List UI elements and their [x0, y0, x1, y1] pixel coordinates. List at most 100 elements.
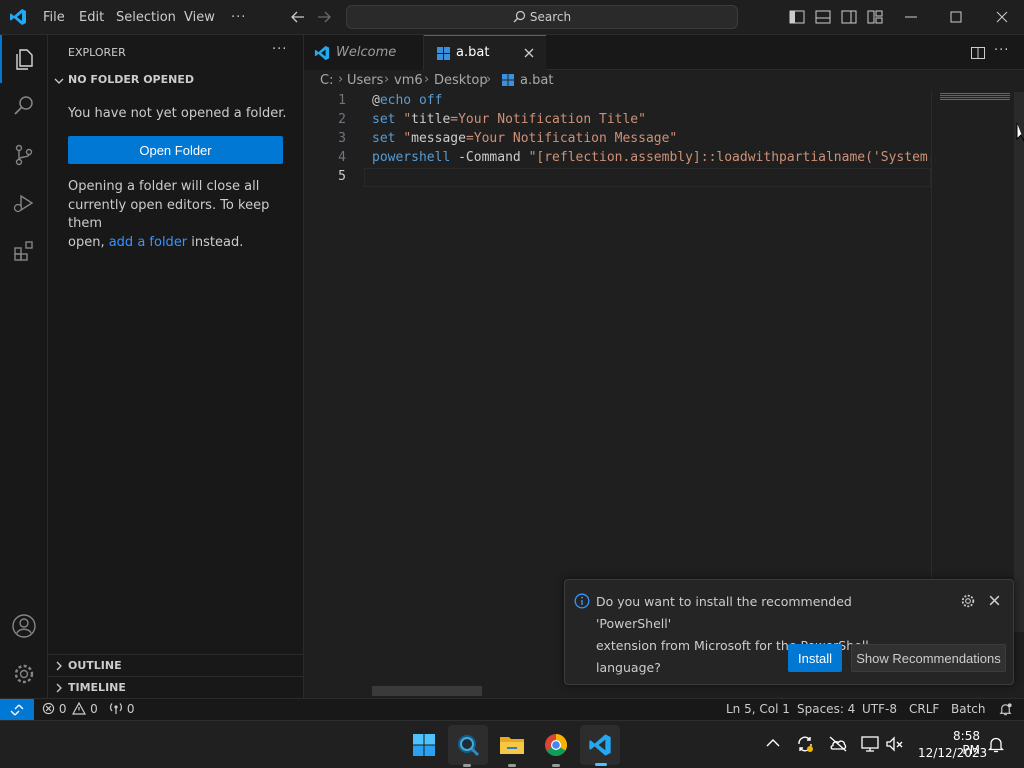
ports-count: 0 [126, 702, 135, 716]
source-control-icon [15, 144, 33, 166]
tab-welcome[interactable]: Welcome [304, 35, 424, 70]
breadcrumb-users[interactable]: Users [347, 73, 383, 88]
tab-label: Welcome [336, 45, 397, 60]
editor-tabs: Welcome a.bat ··· [304, 35, 1024, 71]
status-bar: 0 0 0 Ln 5, Col 1 Spaces: 4 UTF-8 CRLF B… [0, 698, 1024, 720]
speaker-muted-icon[interactable] [885, 735, 905, 753]
taskbar-vscode[interactable] [580, 725, 620, 765]
activity-manage[interactable] [0, 650, 48, 698]
chevron-right-icon: › [486, 72, 492, 87]
encoding[interactable]: UTF-8 [862, 699, 897, 721]
vertical-scrollbar[interactable] [1014, 92, 1024, 632]
ports-indicator[interactable]: 0 [109, 699, 134, 721]
open-folder-button[interactable]: Open Folder [68, 136, 283, 164]
chevron-up-icon[interactable] [766, 738, 780, 748]
network-icon[interactable] [860, 735, 880, 753]
forward-arrow-icon[interactable] [316, 10, 332, 24]
code-token: message [411, 131, 466, 146]
menu-view[interactable]: View [184, 0, 215, 35]
code-line[interactable]: powershell -Command "[reflection.assembl… [372, 150, 931, 165]
activity-extensions[interactable] [0, 227, 48, 275]
menu-file[interactable]: File [43, 0, 65, 35]
code-token: =Your Notification Message" [465, 131, 678, 146]
activity-accounts[interactable] [0, 602, 48, 650]
no-folder-section-header[interactable]: NO FOLDER OPENED [48, 72, 303, 90]
editor-more-button[interactable]: ··· [994, 43, 1009, 58]
sidebar-more-button[interactable]: ··· [272, 42, 287, 57]
activity-source-control[interactable] [0, 131, 48, 179]
activity-run-debug[interactable] [0, 179, 48, 227]
breadcrumb-drive[interactable]: C: [320, 73, 333, 88]
explorer-sidebar: EXPLORER ··· NO FOLDER OPENED You have n… [48, 35, 304, 698]
sync-icon[interactable] [796, 735, 814, 753]
breadcrumb-desktop[interactable]: Desktop [434, 73, 488, 88]
clock-date[interactable]: 12/12/2023 [918, 746, 987, 760]
code-token: echo off [379, 93, 443, 108]
extensions-icon [14, 241, 33, 261]
section-title: NO FOLDER OPENED [68, 73, 194, 86]
back-arrow-icon[interactable] [290, 10, 306, 24]
gear-icon[interactable] [960, 593, 976, 609]
gear-icon [14, 664, 34, 684]
running-app-indicator [552, 764, 560, 767]
toggle-primary-sidebar-icon[interactable] [788, 8, 806, 26]
search-label: Search [529, 10, 572, 24]
code-line[interactable]: set "title=Your Notification Title" [372, 112, 931, 127]
tab-a-bat[interactable]: a.bat [424, 35, 546, 71]
menu-more[interactable]: ··· [231, 0, 246, 35]
maximize-icon[interactable] [947, 8, 965, 26]
chevron-right-icon: › [338, 72, 344, 87]
code-line[interactable]: @echo off [372, 93, 931, 108]
remote-indicator[interactable] [0, 699, 34, 720]
install-button[interactable]: Install [788, 644, 842, 672]
minimap-preview [940, 93, 1010, 100]
open-folder-hint: Opening a folder will close all currentl… [68, 178, 298, 252]
running-app-indicator [463, 764, 471, 767]
close-icon[interactable] [988, 594, 1001, 607]
run-debug-icon [13, 194, 34, 213]
sidebar-title: EXPLORER [68, 46, 126, 59]
outline-section-header[interactable]: OUTLINE [48, 654, 303, 676]
close-tab-icon[interactable] [523, 47, 535, 59]
menu-edit[interactable]: Edit [79, 0, 104, 35]
chevron-right-icon: › [424, 72, 430, 87]
breadcrumb-vm6[interactable]: vm6 [394, 73, 423, 88]
extension-recommendation-toast: Do you want to install the recommended '… [564, 579, 1014, 685]
toggle-secondary-sidebar-icon[interactable] [840, 8, 858, 26]
vscode-logo-icon [589, 734, 611, 756]
split-editor-icon[interactable] [970, 45, 986, 61]
customize-layout-icon[interactable] [866, 8, 884, 26]
language-mode[interactable]: Batch [951, 699, 986, 721]
error-count: 0 [58, 702, 67, 716]
taskbar-search-app[interactable] [448, 725, 488, 765]
command-center-search[interactable]: Search [346, 5, 738, 29]
close-window-icon[interactable] [993, 8, 1011, 26]
minimize-icon[interactable] [902, 8, 920, 26]
activity-explorer[interactable] [0, 35, 48, 83]
toggle-panel-icon[interactable] [814, 8, 832, 26]
code-token: -Command [450, 150, 529, 165]
end-of-line[interactable]: CRLF [909, 699, 939, 721]
add-folder-link[interactable]: add a folder [109, 235, 187, 250]
menu-selection[interactable]: Selection [116, 0, 176, 35]
line-number: 1 [338, 93, 346, 108]
show-recommendations-button[interactable]: Show Recommendations [851, 644, 1006, 672]
chevron-right-icon: › [384, 72, 390, 87]
activity-search[interactable] [0, 82, 48, 130]
taskbar-file-explorer[interactable] [492, 725, 532, 765]
start-button[interactable] [404, 725, 444, 765]
timeline-section-header[interactable]: TIMELINE [48, 676, 303, 698]
minimap[interactable] [931, 92, 1024, 632]
cursor-position[interactable]: Ln 5, Col 1 [726, 699, 790, 721]
breadcrumb-file[interactable]: a.bat [520, 73, 553, 88]
windows-logo-icon [413, 734, 435, 756]
problems-indicator[interactable]: 0 0 [42, 699, 98, 721]
code-line[interactable]: set "message=Your Notification Message" [372, 131, 931, 146]
cloud-offline-icon[interactable] [828, 735, 848, 753]
horizontal-scrollbar[interactable] [372, 686, 482, 696]
taskbar-chrome[interactable] [536, 725, 576, 765]
hint-suffix: instead. [187, 234, 244, 250]
indentation[interactable]: Spaces: 4 [797, 699, 855, 721]
notification-bell-icon[interactable] [988, 736, 1004, 754]
bell-icon[interactable] [998, 702, 1013, 717]
